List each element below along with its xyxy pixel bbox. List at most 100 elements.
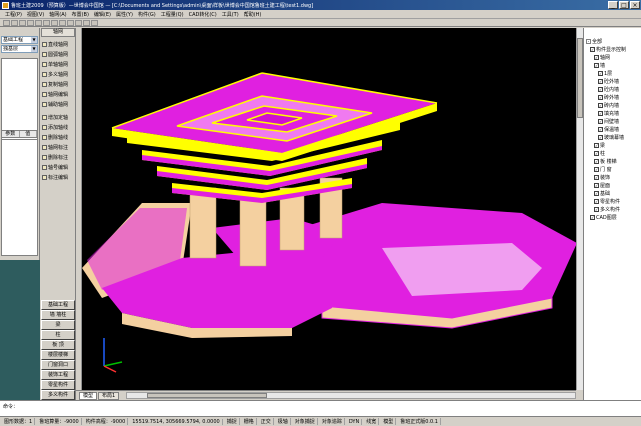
nav-item[interactable]: 辅助轴网 (42, 99, 75, 109)
print-icon[interactable] (27, 19, 34, 26)
minimize-button[interactable]: _ (608, 1, 618, 9)
nav-item[interactable]: 直线轴网 (42, 39, 75, 49)
nav-item[interactable]: 轴网编辑 (42, 89, 75, 99)
tree-node[interactable]: ✓ 梁 (594, 142, 605, 149)
checkbox-icon[interactable]: ✓ (594, 183, 599, 188)
vertical-scrollbar[interactable] (576, 28, 583, 390)
checkbox-icon[interactable]: ✓ (594, 199, 599, 204)
menu-tools[interactable]: 工具(T) (220, 11, 241, 18)
tree-node[interactable]: ✓ 保温墙 (598, 126, 619, 133)
menu-edit[interactable]: 编辑(E) (92, 11, 113, 18)
tree-node[interactable]: ✓ 轴网 (594, 54, 610, 61)
osnap-toggle[interactable]: 对象捕捉 (293, 418, 318, 425)
tree-node[interactable]: ✓ 多义构件 (594, 206, 620, 213)
tree-node[interactable]: ✓ 零星构件 (594, 198, 620, 205)
menu-cad[interactable]: CAD转化(C) (187, 11, 219, 18)
category-button[interactable]: 板 顶 (41, 340, 75, 350)
horizontal-scrollbar[interactable] (126, 392, 576, 399)
checkbox-icon[interactable]: ✓ (594, 175, 599, 180)
checkbox-icon[interactable]: ✓ (598, 127, 603, 132)
tree-node[interactable]: ✓ 砖外墙 (598, 94, 619, 101)
layer-icon[interactable] (75, 19, 82, 26)
tree-node[interactable]: ✓ 板 楼梯 (594, 158, 617, 165)
checkbox-icon[interactable]: ✓ (594, 63, 599, 68)
model-toggle[interactable]: 模型 (381, 418, 397, 425)
category-button[interactable]: 装饰工程 (41, 370, 75, 380)
menu-layout[interactable]: 布置(B) (70, 11, 91, 18)
tree-node[interactable]: ✓ 构件显示控制 (590, 46, 626, 53)
nav-item[interactable]: 圆弧轴网 (42, 49, 75, 59)
dyn-toggle[interactable]: DYN (347, 418, 363, 425)
tree-node[interactable]: ✓ 砼外墙 (598, 78, 619, 85)
checkbox-icon[interactable]: ✓ (598, 95, 603, 100)
nav-item[interactable]: 删除标注 (42, 152, 75, 162)
otrack-toggle[interactable]: 对象追踪 (320, 418, 345, 425)
ortho-toggle[interactable]: 正交 (259, 418, 274, 425)
category-button[interactable]: 柱 (41, 330, 75, 340)
category-button[interactable]: 零星构件 (41, 380, 75, 390)
menu-axis[interactable]: 轴网(A) (47, 11, 68, 18)
tree-node[interactable]: ✓ 柱 (594, 150, 605, 157)
undo-icon[interactable] (35, 19, 42, 26)
category-button[interactable]: 门窗洞口 (41, 360, 75, 370)
nav-item[interactable]: 轴号编辑 (42, 162, 75, 172)
command-line[interactable]: 命令： (0, 400, 641, 416)
nav-item[interactable]: 复制轴网 (42, 79, 75, 89)
tree-node[interactable]: ✓ 屋面 (594, 182, 610, 189)
tree-node[interactable]: ✓ 基础 (594, 190, 610, 197)
polar-toggle[interactable]: 极轴 (276, 418, 291, 425)
menu-help[interactable]: 帮助(H) (242, 11, 264, 18)
checkbox-icon[interactable]: ✓ (594, 143, 599, 148)
calc-icon[interactable] (83, 19, 90, 26)
tab-model[interactable]: 模型 (79, 391, 98, 400)
tree-node[interactable]: ✓ 墙 (594, 62, 605, 69)
category-button[interactable]: 基础工程 (41, 300, 75, 310)
checkbox-icon[interactable]: ✓ (598, 87, 603, 92)
checkbox-icon[interactable]: ✓ (598, 71, 603, 76)
grid-toggle[interactable]: 栅格 (242, 418, 257, 425)
tab-layout1[interactable]: 布局1 (98, 391, 120, 400)
open-icon[interactable] (11, 19, 18, 26)
category-button[interactable]: 梁 (41, 320, 75, 330)
menu-project[interactable]: 工程(P) (3, 11, 24, 18)
zoom-icon[interactable] (51, 19, 58, 26)
checkbox-icon[interactable]: ✓ (594, 207, 599, 212)
category-button[interactable]: 楼层楼梯 (41, 350, 75, 360)
param-grid[interactable] (1, 139, 38, 256)
category-button[interactable]: 墙 墙柱 (41, 310, 75, 320)
tree-node[interactable]: ✓ 装饰 (594, 174, 610, 181)
checkbox-icon[interactable]: ✓ (590, 47, 595, 52)
tree-node-root[interactable]: - 全部 (586, 38, 602, 45)
tree-node[interactable]: ✓ 填充墙 (598, 110, 619, 117)
redo-icon[interactable] (43, 19, 50, 26)
checkbox-icon[interactable]: ✓ (598, 111, 603, 116)
tree-node[interactable]: ✓ 1层 (598, 70, 612, 77)
rotate-icon[interactable] (67, 19, 74, 26)
nav-item[interactable]: 轴网标注 (42, 142, 75, 152)
nav-item[interactable]: 删除轴线 (42, 132, 75, 142)
maximize-button[interactable]: □ (619, 1, 629, 9)
collapse-icon[interactable]: - (586, 39, 591, 44)
checkbox-icon[interactable]: ✓ (594, 151, 599, 156)
tree-node[interactable]: ✓ CAD图层 (590, 214, 617, 221)
menu-quantity[interactable]: 工程量(Q) (159, 11, 186, 18)
snap-toggle[interactable]: 捕捉 (225, 418, 240, 425)
checkbox-icon[interactable]: ✓ (594, 167, 599, 172)
checkbox-icon[interactable]: ✓ (590, 215, 595, 220)
checkbox-icon[interactable]: ✓ (594, 191, 599, 196)
save-icon[interactable] (19, 19, 26, 26)
pan-icon[interactable] (59, 19, 66, 26)
report-icon[interactable] (91, 19, 98, 26)
tree-node[interactable]: ✓ 门 窗 (594, 166, 612, 173)
tree-node[interactable]: ✓ 玻璃幕墙 (598, 134, 624, 141)
member-select[interactable]: 独基层 ▼ (1, 45, 38, 53)
new-icon[interactable] (3, 19, 10, 26)
lineweight-toggle[interactable]: 线宽 (364, 418, 380, 425)
category-button[interactable]: 多义构件 (41, 390, 75, 400)
tree-node[interactable]: ✓ 间壁墙 (598, 118, 619, 125)
nav-item[interactable]: 标注编辑 (42, 172, 75, 182)
checkbox-icon[interactable]: ✓ (598, 103, 603, 108)
3d-viewport[interactable] (82, 28, 576, 390)
checkbox-icon[interactable]: ✓ (594, 55, 599, 60)
tree-node[interactable]: ✓ 砼内墙 (598, 86, 619, 93)
